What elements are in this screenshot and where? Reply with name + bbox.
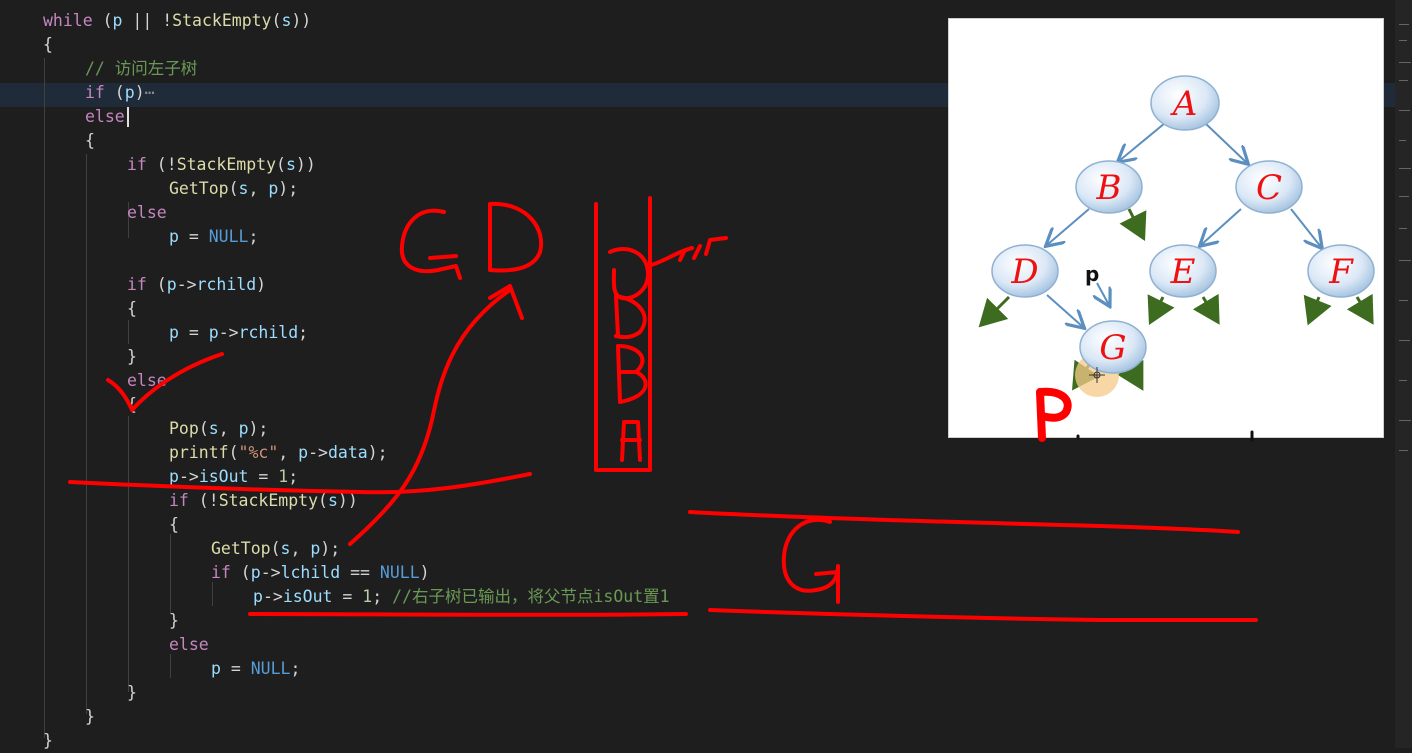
code-line[interactable]: printf("%c", p->data); [169, 441, 388, 465]
minimap-line [1399, 196, 1409, 197]
minimap-line [1399, 40, 1407, 41]
code-line[interactable]: else [127, 201, 167, 225]
node-label: D [1010, 252, 1038, 292]
code-line[interactable]: if (p->rchild) [127, 273, 266, 297]
code-line[interactable]: GetTop(s, p); [211, 537, 340, 561]
code-line[interactable]: Pop(s, p); [169, 417, 268, 441]
binary-tree-diagram: A B C D E F G p [948, 18, 1384, 438]
indent-guide [128, 320, 129, 344]
tree-node-a: A [1150, 75, 1220, 131]
tree-node-c: C [1235, 160, 1303, 214]
node-label: E [1170, 252, 1196, 292]
code-line[interactable]: p = NULL; [169, 225, 258, 249]
tree-node-f: F [1307, 244, 1375, 298]
indent-guide [128, 416, 129, 692]
indent-guide [86, 154, 87, 714]
node-label: F [1328, 252, 1354, 292]
code-line[interactable]: p->isOut = 1; [169, 465, 298, 489]
text-cursor [127, 107, 129, 127]
code-line[interactable]: } [169, 609, 179, 633]
tree-node-g: G [1079, 320, 1147, 374]
node-label: B [1096, 168, 1122, 208]
code-line[interactable]: if (p->lchild == NULL) [211, 561, 430, 585]
node-label: A [1170, 84, 1198, 124]
node-label: C [1256, 168, 1282, 208]
minimap-line [1399, 62, 1411, 63]
tree-node-e: E [1149, 244, 1217, 298]
code-line[interactable]: { [127, 297, 137, 321]
code-line[interactable]: } [85, 705, 95, 729]
code-line[interactable]: { [169, 513, 179, 537]
tree-node-b: B [1075, 160, 1143, 214]
minimap-line [1399, 420, 1411, 421]
code-line[interactable]: } [43, 729, 53, 753]
minimap-line [1399, 450, 1408, 451]
code-comment: //右子树已输出，将父节点isOut置1 [392, 587, 670, 606]
minimap-line [1399, 228, 1407, 229]
code-line[interactable]: { [127, 393, 137, 417]
minimap-line [1399, 380, 1407, 381]
code-line[interactable]: else [127, 369, 167, 393]
indent-guide [212, 582, 213, 606]
code-comment[interactable]: // 访问左子树 [85, 57, 197, 81]
minimap-line [1399, 340, 1410, 341]
code-line[interactable]: while (p || !StackEmpty(s)) [43, 9, 311, 33]
minimap-line [1399, 80, 1408, 81]
pointer-label: p [1085, 262, 1099, 286]
minimap-line [1399, 168, 1411, 169]
folded-region-indicator[interactable]: ⋯ [145, 83, 155, 102]
minimap-line [1399, 260, 1411, 261]
indent-guide [44, 58, 45, 738]
indent-guide [170, 534, 171, 614]
minimap-line [1399, 140, 1406, 141]
code-line[interactable]: else [85, 105, 125, 129]
code-line[interactable]: } [127, 681, 137, 705]
code-line[interactable]: p = NULL; [211, 657, 300, 681]
node-label: G [1099, 328, 1126, 368]
code-line[interactable]: if (!StackEmpty(s)) [127, 153, 316, 177]
code-line[interactable]: } [127, 345, 137, 369]
minimap[interactable] [1395, 0, 1412, 748]
minimap-line [1399, 300, 1408, 301]
minimap-line [1399, 24, 1409, 25]
indent-guide [170, 654, 171, 678]
code-line[interactable]: if (p)⋯ [85, 81, 155, 105]
code-line[interactable]: if (!StackEmpty(s)) [169, 489, 358, 513]
code-line[interactable]: GetTop(s, p); [169, 177, 298, 201]
code-line[interactable]: { [43, 33, 53, 57]
minimap-line [1399, 110, 1410, 111]
code-line[interactable]: p = p->rchild; [169, 321, 308, 345]
code-line[interactable]: p->isOut = 1; //右子树已输出，将父节点isOut置1 [253, 585, 670, 609]
tree-node-d: D [991, 244, 1059, 298]
code-line[interactable]: { [85, 129, 95, 153]
code-line[interactable]: else [169, 633, 209, 657]
tree-svg: A B C D E F G p [978, 75, 1375, 397]
